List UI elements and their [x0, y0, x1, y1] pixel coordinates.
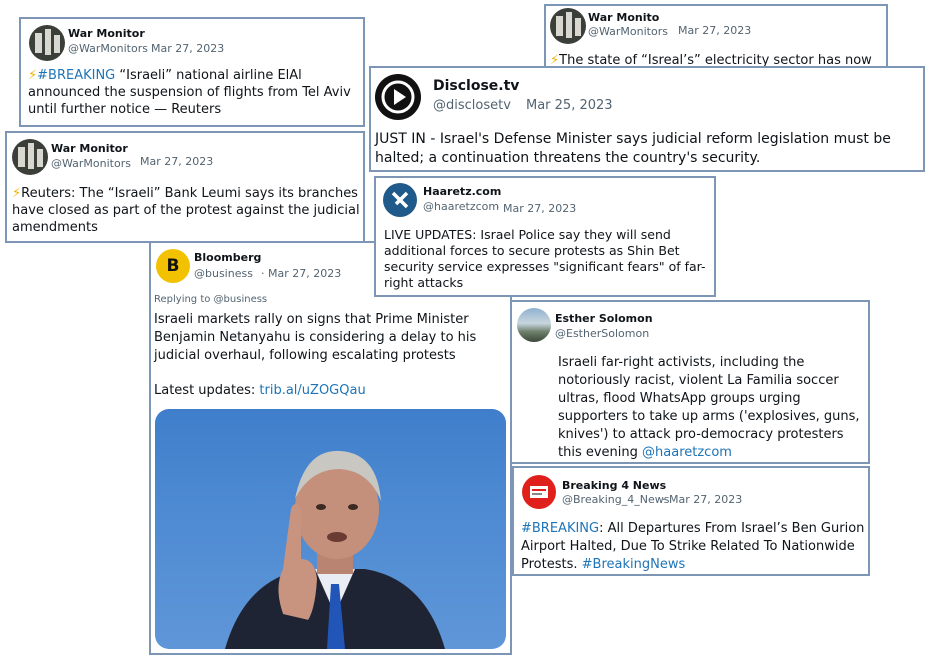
separator-dot: · [662, 493, 666, 506]
tweet-card-war-monitor-bank-leumi[interactable]: War Monitor @WarMonitors Mar 27, 2023 ⚡R… [5, 131, 365, 243]
author-handle[interactable]: @WarMonitors [51, 157, 131, 170]
author-handle[interactable]: @EstherSolomon [555, 327, 649, 340]
tweet-card-haaretz[interactable]: Haaretz.com @haaretzcom · Mar 27, 2023 L… [374, 176, 716, 297]
war-monitor-avatar[interactable] [29, 25, 65, 61]
author-handle[interactable]: @disclosetv [433, 98, 511, 113]
tweet-card-bloomberg[interactable]: B Bloomberg @business · Mar 27, 2023 Rep… [149, 241, 512, 655]
hashtag-link-breaking-news[interactable]: #BreakingNews [582, 557, 686, 572]
tweet-date[interactable]: Mar 27, 2023 [140, 155, 213, 168]
lightning-icon: ⚡ [28, 68, 38, 83]
author-handle[interactable]: @haaretzcom [423, 200, 499, 213]
tweet-date[interactable]: Mar 25, 2023 [526, 98, 613, 113]
mention-link[interactable]: @haaretzcom [642, 445, 732, 460]
author-handle[interactable]: @business [194, 267, 253, 280]
author-name[interactable]: Disclose.tv [433, 78, 519, 94]
tweet-text-body: Reuters: The “Israeli” Bank Leumi says i… [12, 186, 360, 235]
hashtag-link[interactable]: #BREAKING [521, 521, 599, 536]
tweet-date[interactable]: Mar 27, 2023 [678, 24, 751, 37]
lightning-icon: ⚡ [12, 186, 22, 201]
author-name[interactable]: Haaretz.com [423, 185, 501, 198]
tweet-card-disclosetv[interactable]: Disclose.tv @disclosetv Mar 25, 2023 JUS… [369, 66, 925, 172]
war-monitor-avatar[interactable] [550, 8, 586, 44]
latest-updates-label: Latest updates: [154, 383, 260, 398]
hashtag-link[interactable]: #BREAKING [37, 68, 115, 83]
author-name[interactable]: War Monitor [68, 27, 145, 40]
tweet-date[interactable]: Mar 27, 2023 [151, 42, 224, 55]
author-handle[interactable]: @WarMonitors [588, 25, 668, 38]
replying-to-label[interactable]: Replying to @business [154, 294, 267, 305]
tweet-card-war-monitor-elal[interactable]: War Monitor @WarMonitors Mar 27, 2023 ⚡#… [19, 17, 365, 127]
separator-dot: · [496, 201, 500, 214]
tweet-text: ⚡#BREAKING “Israeli” national airline El… [28, 67, 363, 118]
author-name[interactable]: War Monito [588, 11, 659, 24]
tweet-date[interactable]: Mar 27, 2023 [503, 202, 576, 215]
author-name[interactable]: War Monitor [51, 142, 128, 155]
tweet-text: ⚡Reuters: The “Israeli” Bank Leumi says … [12, 185, 363, 236]
news-icon [530, 486, 548, 498]
tweet-text: JUST IN - Israel's Defense Minister says… [375, 131, 891, 166]
author-handle[interactable]: @Breaking_4_News [562, 493, 669, 506]
esther-solomon-avatar[interactable] [517, 308, 551, 342]
latest-updates-line: Latest updates: trib.al/uZOGQau [154, 383, 366, 398]
tweet-card-esther-solomon[interactable]: Esther Solomon @EstherSolomon Israeli fa… [510, 300, 870, 464]
tweet-text: Israeli markets rally on signs that Prim… [154, 312, 477, 363]
play-icon [381, 80, 415, 114]
separator-dot: · [261, 267, 265, 280]
author-name[interactable]: Bloomberg [194, 251, 261, 264]
tweet-photo-netanyahu[interactable] [155, 409, 506, 649]
tweet-text: LIVE UPDATES: Israel Police say they wil… [384, 227, 706, 290]
war-monitor-avatar[interactable] [12, 139, 48, 175]
haaretz-logo-icon [391, 191, 409, 209]
author-name[interactable]: Breaking 4 News [562, 479, 666, 492]
bloomberg-avatar[interactable]: B [156, 249, 190, 283]
tweet-date[interactable]: Mar 27, 2023 [268, 267, 341, 280]
updates-link[interactable]: trib.al/uZOGQau [259, 383, 365, 398]
tweet-date[interactable]: Mar 27, 2023 [669, 493, 742, 506]
haaretz-avatar[interactable] [383, 183, 417, 217]
tweet-text: #BREAKING: All Departures From Israel’s … [521, 520, 867, 574]
disclosetv-avatar[interactable] [375, 74, 421, 120]
photo-illustration [225, 450, 445, 649]
tweet-text: Israeli far-right activists, including t… [558, 354, 868, 462]
tweet-card-breaking-4-news[interactable]: Breaking 4 News @Breaking_4_News · Mar 2… [512, 466, 870, 576]
author-name[interactable]: Esther Solomon [555, 312, 653, 325]
bloomberg-logo-letter: B [166, 256, 180, 276]
author-handle[interactable]: @WarMonitors [68, 42, 148, 55]
breaking-4-news-avatar[interactable] [522, 475, 556, 509]
